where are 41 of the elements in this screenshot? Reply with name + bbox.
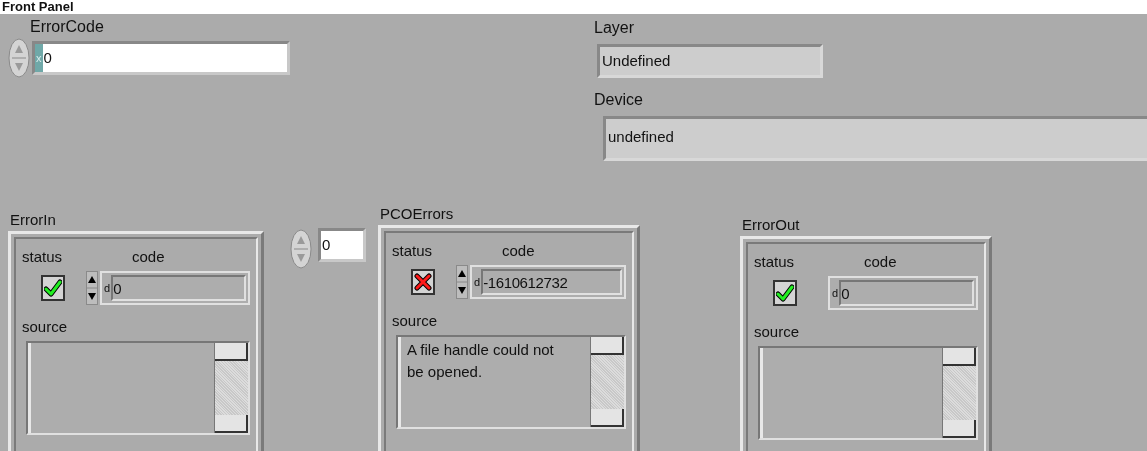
code-value: -1610612732 <box>481 269 622 295</box>
check-icon <box>776 284 794 302</box>
source-label: source <box>392 311 439 331</box>
cluster-label: ErrorOut <box>741 215 801 235</box>
panel-title: Front Panel <box>2 0 74 14</box>
array-index-value: 0 <box>321 236 331 253</box>
layer-field: Undefined <box>597 44 823 78</box>
status-label: status <box>392 241 434 261</box>
device-label: Device <box>594 90 644 110</box>
status-label: status <box>22 247 64 267</box>
layer-label: Layer <box>594 18 636 38</box>
code-value: 0 <box>839 280 974 306</box>
increment-decrement-icon[interactable] <box>456 265 468 299</box>
radix-indicator: d <box>104 280 111 296</box>
source-label: source <box>22 317 69 337</box>
code-value: 0 <box>111 275 246 301</box>
scrollbar[interactable] <box>590 337 624 427</box>
ok-status-indicator[interactable] <box>41 275 65 301</box>
source-text: A file handle could not be opened. <box>407 340 555 382</box>
cluster-label: ErrorIn <box>9 210 57 230</box>
cross-icon <box>414 273 432 291</box>
error-code-field[interactable]: x 0 <box>32 41 290 75</box>
radix-indicator: d <box>474 274 481 290</box>
error-status-indicator[interactable] <box>411 269 435 295</box>
code-label: code <box>864 252 897 272</box>
check-icon <box>44 279 62 297</box>
code-label: code <box>502 241 535 261</box>
status-label: status <box>754 252 796 272</box>
radix-indicator: x <box>35 44 43 72</box>
code-label: code <box>132 247 165 267</box>
source-label: source <box>754 322 801 342</box>
cluster-label: PCOErrors <box>379 204 455 224</box>
device-field: undefined <box>603 116 1147 161</box>
ok-status-indicator[interactable] <box>773 280 797 306</box>
increment-decrement-icon[interactable] <box>86 271 98 305</box>
error-code-value: 0 <box>42 47 52 68</box>
control-label: ErrorCode <box>29 17 105 37</box>
radix-indicator: d <box>832 285 839 301</box>
scrollbar[interactable] <box>942 348 976 438</box>
scrollbar[interactable] <box>214 343 248 433</box>
array-index-field[interactable]: 0 <box>318 228 366 262</box>
